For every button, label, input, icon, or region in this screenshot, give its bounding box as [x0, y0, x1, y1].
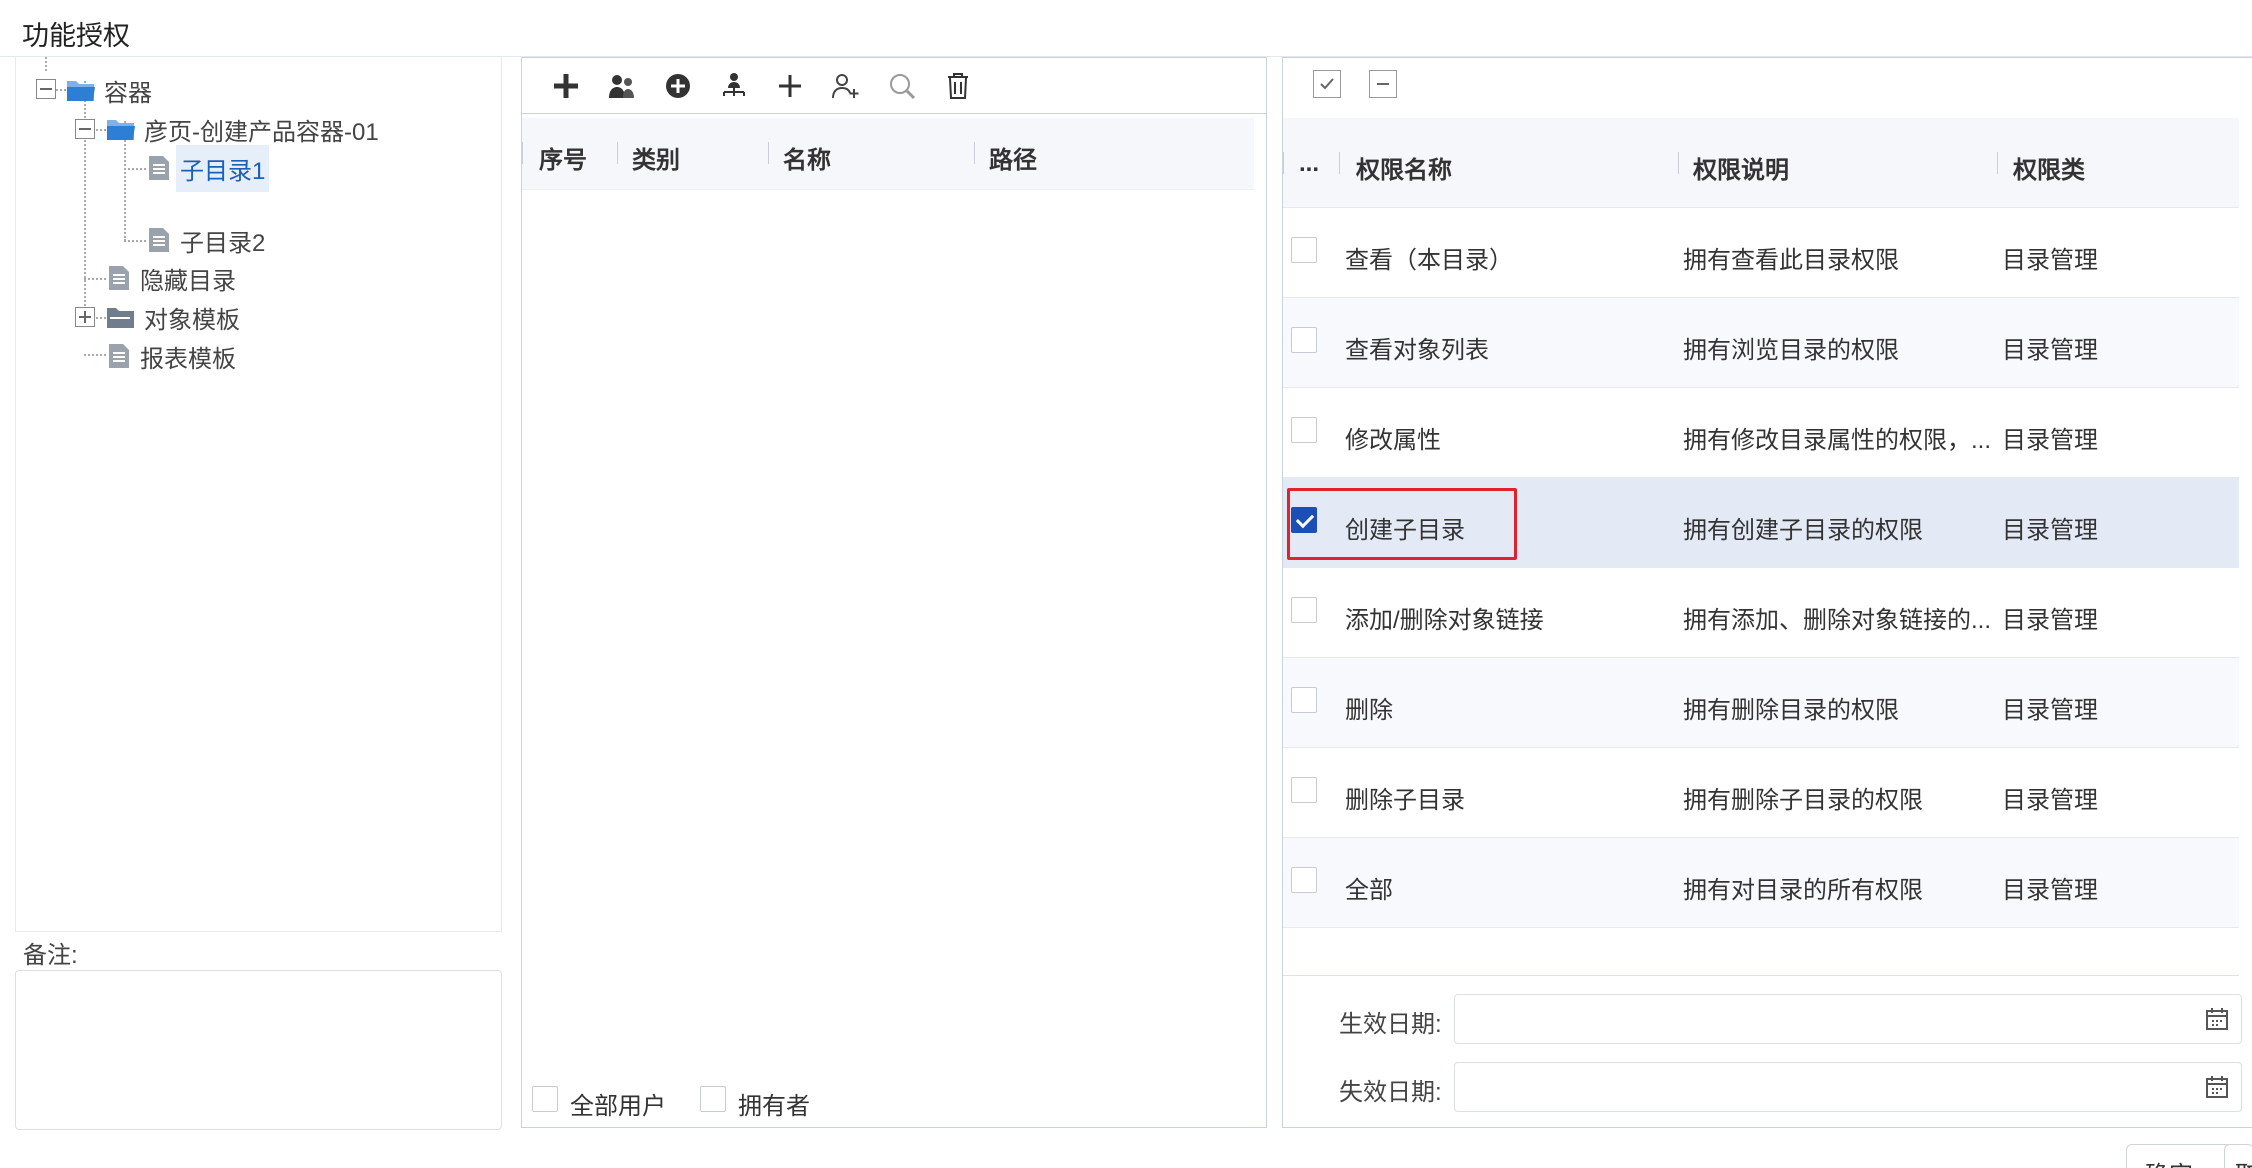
collapse-container-toggle[interactable] [75, 119, 95, 139]
permission-name-cell: 添加/删除对象链接 [1345, 607, 1544, 634]
permission-checkbox[interactable] [1291, 237, 1317, 263]
permission-desc-cell: 拥有删除子目录的权限 [1683, 787, 1923, 814]
document-icon [108, 343, 130, 369]
tree-node-sub1[interactable]: 子目录1 [148, 143, 270, 193]
expire-date-input[interactable] [1454, 1062, 2242, 1112]
user-grid-header: 序号 类别 名称 路径 [522, 118, 1254, 190]
permission-name-cell: 删除 [1345, 697, 1393, 724]
permission-desc-cell: 拥有添加、删除对象链接的... [1683, 607, 1992, 634]
expire-date-label: 失效日期: [1339, 1079, 1442, 1106]
permission-checkbox[interactable] [1291, 597, 1317, 623]
tree-label-sub1: 子目录1 [176, 144, 270, 192]
permission-type-cell: 目录管理 [2002, 607, 2098, 634]
calendar-icon[interactable] [2205, 1007, 2229, 1031]
permission-type-cell: 目录管理 [2002, 337, 2098, 364]
permission-row[interactable]: 删除 拥有删除目录的权限 目录管理 [1283, 658, 2239, 748]
title-bar: 功能授权 [0, 0, 2252, 57]
col-permission-name[interactable]: 权限名称 [1356, 150, 1452, 185]
col-path[interactable]: 路径 [989, 140, 1037, 175]
permission-type-cell: 目录管理 [2002, 697, 2098, 724]
calendar-icon[interactable] [2205, 1075, 2229, 1099]
permission-name-cell: 删除子目录 [1345, 787, 1465, 814]
permission-checkbox[interactable] [1291, 507, 1317, 533]
folder-closed-icon [106, 304, 136, 330]
permission-name-cell: 查看（本目录） [1345, 247, 1513, 274]
check-all-icon[interactable] [1313, 70, 1341, 98]
cancel-button[interactable]: 取消 [2224, 1144, 2252, 1168]
permission-type-cell: 目录管理 [2002, 517, 2098, 544]
col-permission-type[interactable]: 权限类 [2013, 150, 2085, 185]
date-divider [1283, 975, 2239, 976]
add-icon[interactable] [546, 66, 586, 106]
permission-row[interactable]: 查看对象列表 拥有浏览目录的权限 目录管理 [1283, 298, 2239, 388]
directory-tree: 容器 彦页-创建产品容器-01 子目录1 子目录2 隐藏目录 对象模板 报表模板 [15, 57, 502, 932]
permission-type-cell: 目录管理 [2002, 427, 2098, 454]
tree-label-report-template: 报表模板 [140, 345, 236, 373]
all-users-label: 全部用户 [570, 1093, 666, 1120]
effective-date-input[interactable] [1454, 994, 2242, 1044]
remark-label: 备注: [23, 942, 78, 969]
col-seq[interactable]: 序号 [539, 140, 587, 175]
user-panel: 序号 类别 名称 路径 全部用户 拥有者 [521, 57, 1267, 1128]
col-permission-desc[interactable]: 权限说明 [1693, 150, 1789, 185]
permission-row[interactable]: 创建子目录 拥有创建子目录的权限 目录管理 [1283, 478, 2239, 568]
tree-node-report-template[interactable]: 报表模板 [108, 331, 240, 381]
permission-name-cell: 全部 [1345, 877, 1393, 904]
col-more[interactable]: ... [1299, 150, 1319, 178]
permission-panel: ... 权限名称 权限说明 权限类 查看（本目录） 拥有查看此目录权限 目录管理 查看… [1282, 57, 2252, 1128]
permission-desc-cell: 拥有查看此目录权限 [1683, 247, 1899, 274]
remark-textarea[interactable] [15, 970, 502, 1130]
permission-name-cell: 修改属性 [1345, 427, 1441, 454]
expand-object-template-toggle[interactable] [75, 307, 95, 327]
document-icon [148, 155, 170, 181]
permission-name-cell: 查看对象列表 [1345, 337, 1489, 364]
uncheck-all-icon[interactable] [1369, 70, 1397, 98]
permission-row[interactable]: 查看（本目录） 拥有查看此目录权限 目录管理 [1283, 208, 2239, 298]
permission-checkbox[interactable] [1291, 777, 1317, 803]
permission-checkbox[interactable] [1291, 327, 1317, 353]
permission-row[interactable]: 全部 拥有对目录的所有权限 目录管理 [1283, 838, 2239, 928]
permission-row[interactable]: 添加/删除对象链接 拥有添加、删除对象链接的... 目录管理 [1283, 568, 2239, 658]
add-user-icon[interactable] [826, 66, 866, 106]
window-title: 功能授权 [22, 21, 130, 51]
permission-desc-cell: 拥有删除目录的权限 [1683, 697, 1899, 724]
add-circle-icon[interactable] [658, 66, 698, 106]
confirm-button-label: 确定 [2145, 1162, 2193, 1168]
permission-grid-header: ... 权限名称 权限说明 权限类 [1283, 118, 2239, 208]
users-icon[interactable] [602, 66, 642, 106]
search-icon[interactable] [882, 66, 922, 106]
plus-icon[interactable] [770, 66, 810, 106]
document-icon [148, 227, 170, 253]
collapse-root-toggle[interactable] [36, 79, 56, 99]
delete-icon[interactable] [938, 66, 978, 106]
col-name[interactable]: 名称 [783, 140, 831, 175]
document-icon [108, 265, 130, 291]
permission-type-cell: 目录管理 [2002, 787, 2098, 814]
permission-desc-cell: 拥有对目录的所有权限 [1683, 877, 1923, 904]
owner-checkbox[interactable] [700, 1086, 726, 1112]
col-category[interactable]: 类别 [632, 140, 680, 175]
permission-checkbox[interactable] [1291, 867, 1317, 893]
permission-desc-cell: 拥有修改目录属性的权限，... [1683, 427, 1992, 454]
permission-desc-cell: 拥有浏览目录的权限 [1683, 337, 1899, 364]
permission-desc-cell: 拥有创建子目录的权限 [1683, 517, 1923, 544]
permission-row[interactable]: 修改属性 拥有修改目录属性的权限，... 目录管理 [1283, 388, 2239, 478]
folder-open-icon [106, 116, 136, 142]
permission-checkbox[interactable] [1291, 417, 1317, 443]
permission-checkbox[interactable] [1291, 687, 1317, 713]
permission-row[interactable]: 删除子目录 拥有删除子目录的权限 目录管理 [1283, 748, 2239, 838]
folder-open-icon [66, 77, 96, 103]
permission-type-cell: 目录管理 [2002, 877, 2098, 904]
permission-name-cell: 创建子目录 [1345, 517, 1465, 544]
org-icon[interactable] [714, 66, 754, 106]
all-users-checkbox[interactable] [532, 1086, 558, 1112]
effective-date-label: 生效日期: [1339, 1011, 1442, 1038]
cancel-button-label: 取消 [2235, 1162, 2252, 1168]
owner-label: 拥有者 [738, 1093, 810, 1120]
user-toolbar [522, 58, 1266, 114]
permission-type-cell: 目录管理 [2002, 247, 2098, 274]
